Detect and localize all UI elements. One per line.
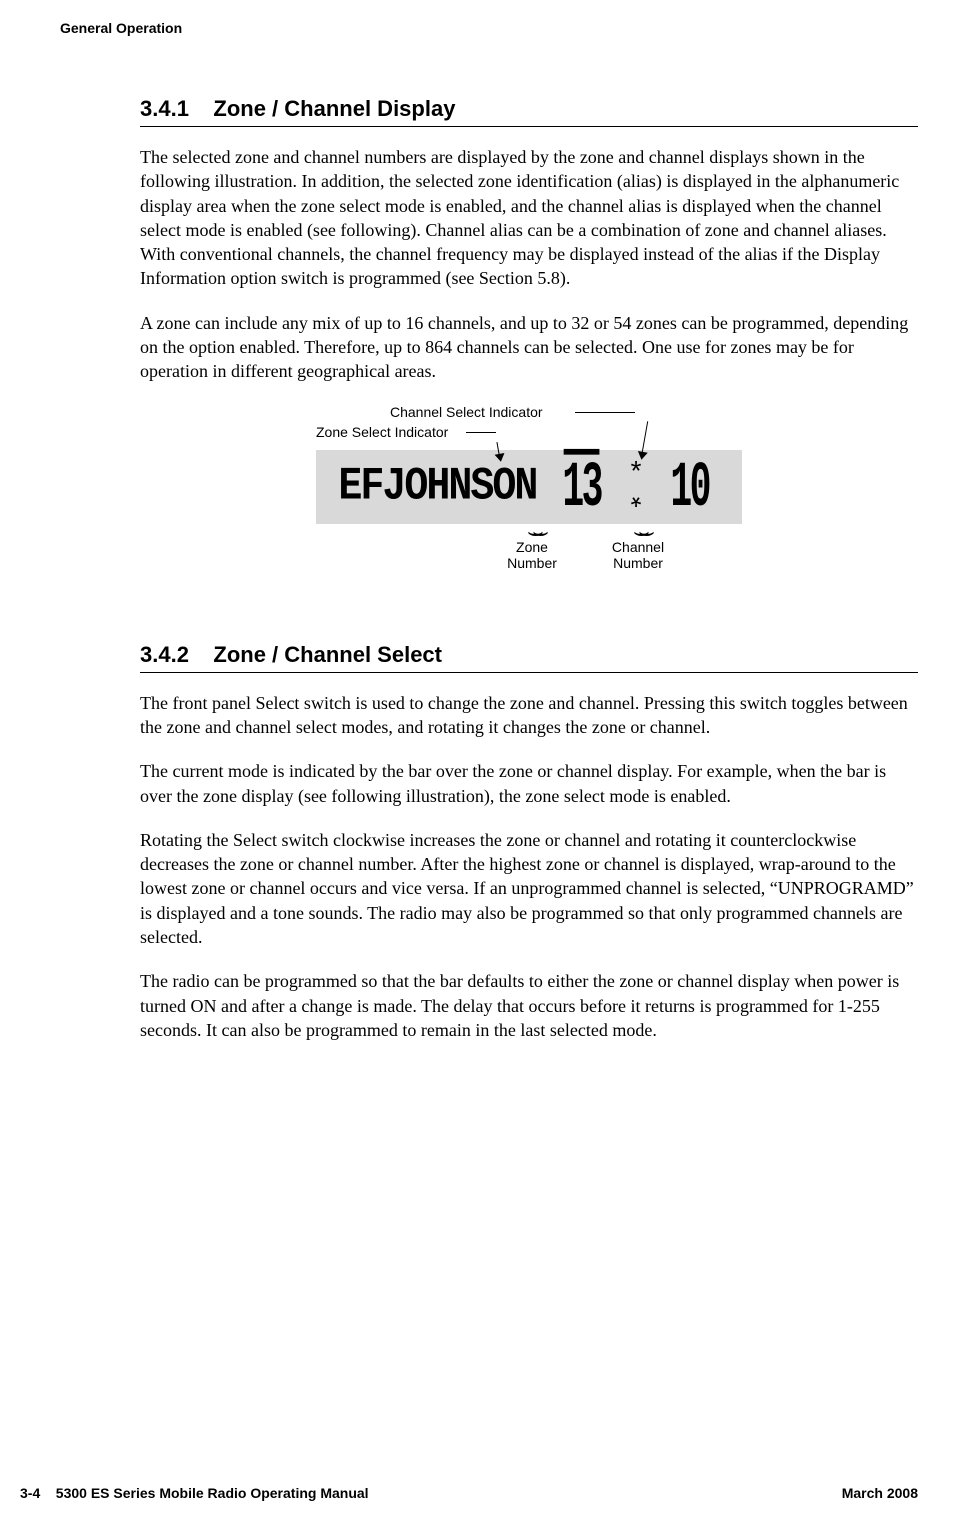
section-3-4-1-heading: 3.4.1 Zone / Channel Display: [140, 96, 918, 122]
paragraph: The selected zone and channel numbers ar…: [140, 145, 918, 291]
running-header: General Operation: [60, 20, 918, 36]
paragraph: A zone can include any mix of up to 16 c…: [140, 311, 918, 384]
select-indicator-icon: **: [628, 467, 645, 501]
channel-select-indicator-label: Channel Select Indicator: [390, 404, 543, 420]
paragraph: The current mode is indicated by the bar…: [140, 759, 918, 808]
section-number: 3.4.1: [140, 96, 189, 121]
paragraph: The radio can be programmed so that the …: [140, 969, 918, 1042]
footer-page-number: 3-4: [20, 1485, 40, 1501]
section-title: Zone / Channel Select: [213, 642, 442, 667]
section-number: 3.4.2: [140, 642, 189, 667]
paragraph: Rotating the Select switch clockwise inc…: [140, 828, 918, 949]
footer-date: March 2008: [842, 1485, 918, 1501]
footer-manual-title: 5300 ES Series Mobile Radio Operating Ma…: [56, 1485, 369, 1501]
lcd-display: EFJOHNSON 13 ** 10: [316, 450, 741, 524]
section-rule: [140, 126, 918, 127]
zone-number-value: 13: [563, 455, 601, 519]
section-title: Zone / Channel Display: [213, 96, 455, 121]
lcd-alpha-text: EFJOHNSON: [338, 462, 536, 514]
paragraph: The front panel Select switch is used to…: [140, 691, 918, 740]
channel-number-label: ⌣⌣ Channel Number: [598, 524, 678, 572]
zone-number-label: ⌣⌣ Zone Number: [497, 524, 567, 572]
channel-number-value: 10: [671, 455, 709, 519]
zone-channel-display-figure: Channel Select Indicator Zone Select Ind…: [140, 404, 918, 582]
arrow-down-icon: [641, 421, 648, 458]
zone-select-indicator-label: Zone Select Indicator: [316, 424, 448, 440]
section-rule: [140, 672, 918, 673]
page-footer: 3-4 5300 ES Series Mobile Radio Operatin…: [20, 1485, 918, 1501]
section-3-4-2-heading: 3.4.2 Zone / Channel Select: [140, 642, 918, 668]
